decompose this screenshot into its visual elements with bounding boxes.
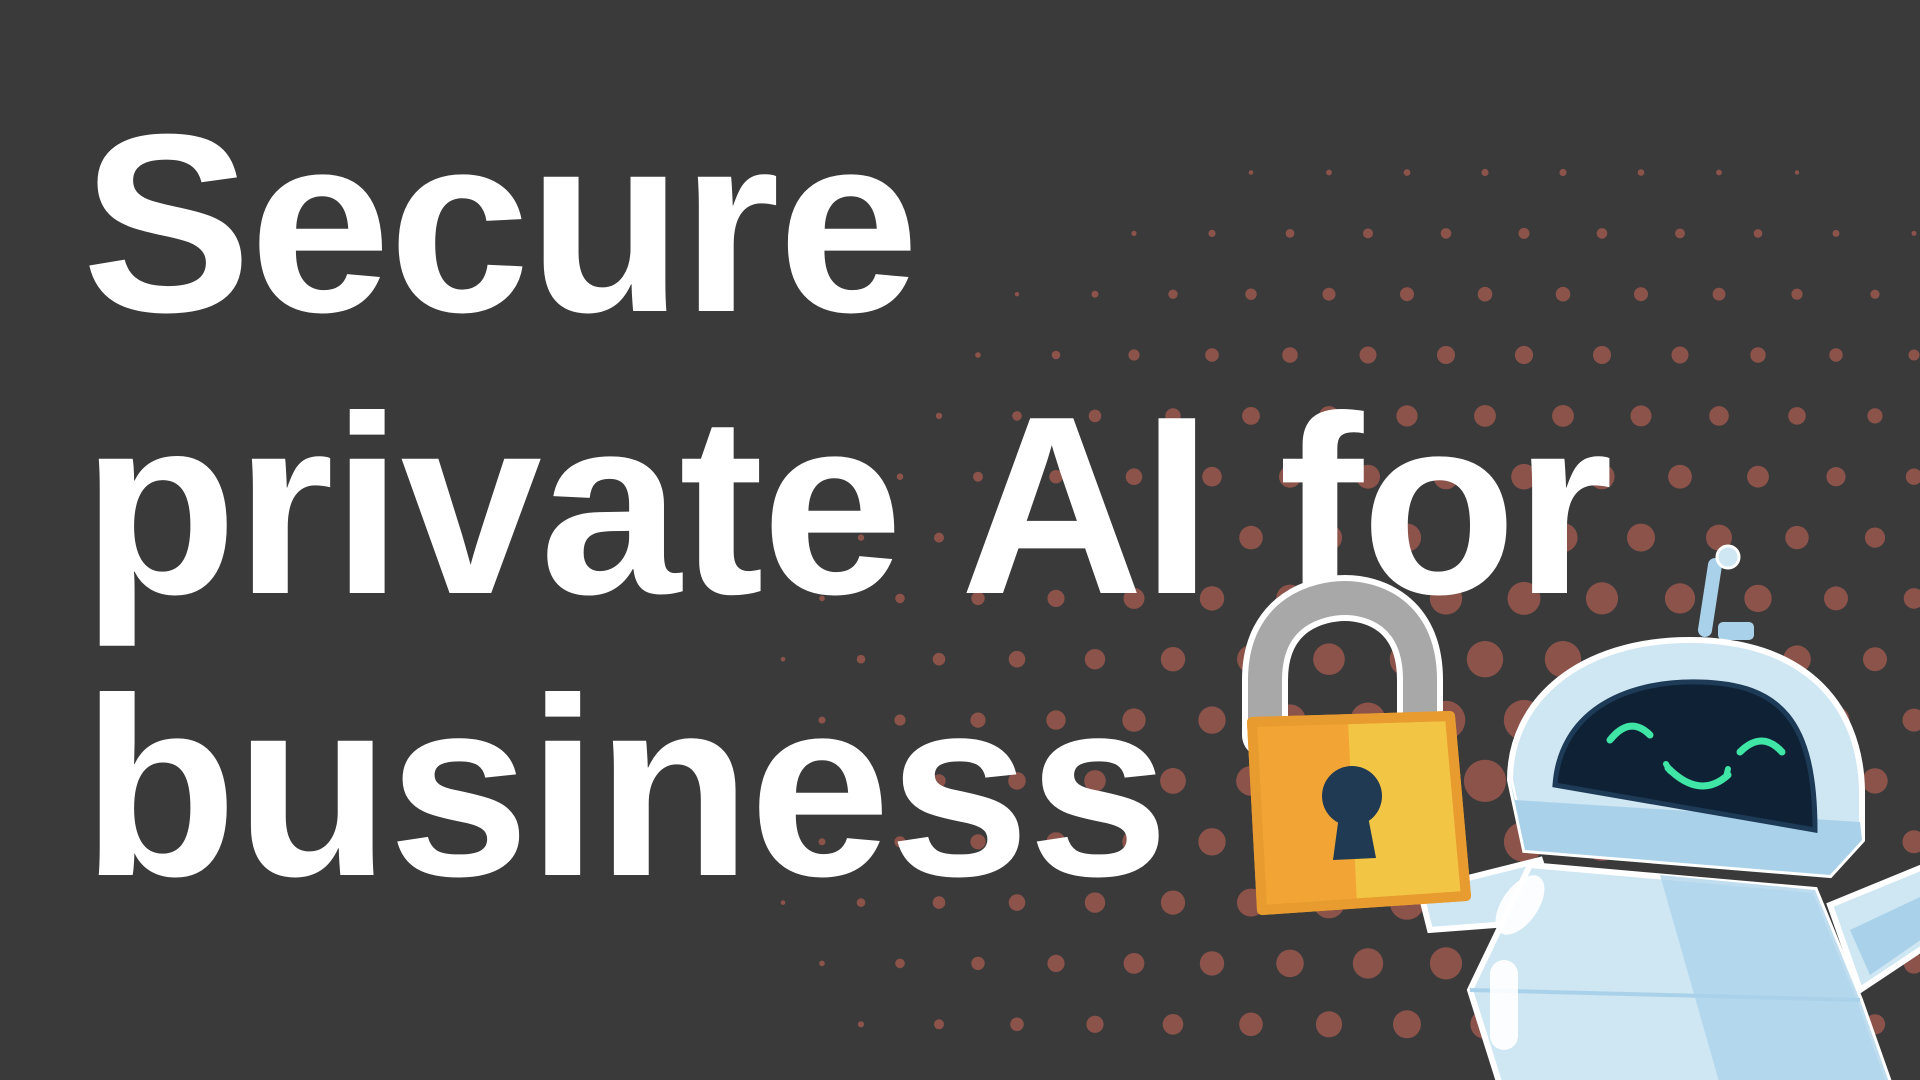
robot-antenna [1698,558,1722,637]
illustration [1242,544,1920,1080]
robot-antenna-ball [1715,544,1741,570]
hero-banner: Secure private AI for business [0,0,1920,1080]
robot-mascot [1416,544,1920,1080]
padlock-icon [1242,574,1471,915]
